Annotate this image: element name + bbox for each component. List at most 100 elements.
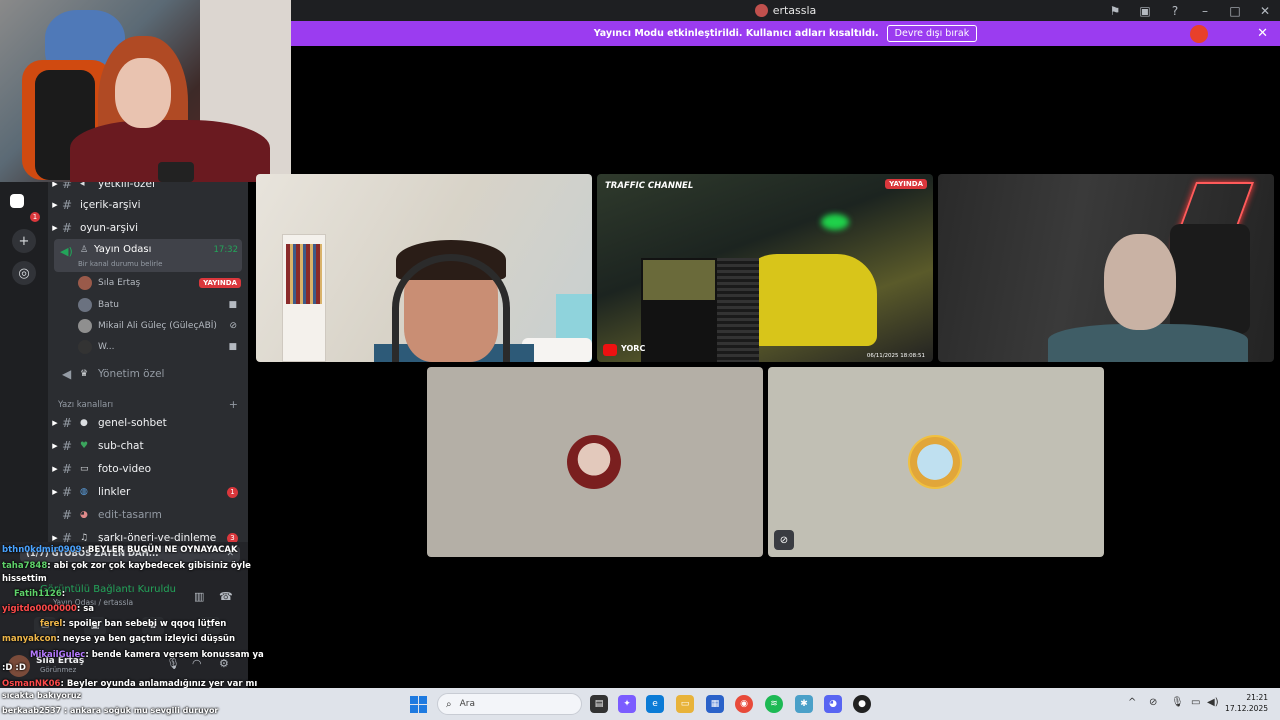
search-icon: ⌕ xyxy=(446,698,452,710)
chat-text: : sa xyxy=(76,604,94,614)
chat-message: bthn0kdmir0909: BEYLER BUGÜN NE OYNAYACA… xyxy=(2,545,238,555)
mic-muted-icon: ⊘ xyxy=(229,321,237,331)
streamer-webcam xyxy=(0,0,291,182)
noise-suppression-icon[interactable]: ▥ xyxy=(194,590,204,603)
file-explorer-icon[interactable]: ▭ xyxy=(676,695,694,713)
display-icon[interactable]: ▭ xyxy=(1191,697,1200,708)
store-icon[interactable]: ▦ xyxy=(706,695,724,713)
webcam-phone xyxy=(158,162,194,182)
task-view-icon[interactable]: ▤ xyxy=(590,695,608,713)
chat-text: hissettim xyxy=(2,574,47,584)
maximize-button[interactable]: □ xyxy=(1220,0,1250,21)
chat-user: bthn0kdmir0909 xyxy=(2,545,82,555)
volume-icon[interactable]: ◀) xyxy=(1207,697,1219,708)
voice-channel-yonetim-ozel[interactable]: ◀ ♛ Yönetim özel xyxy=(48,364,248,384)
close-icon[interactable]: ✕ xyxy=(1257,26,1268,41)
taskbar-search[interactable]: ⌕ Ara xyxy=(437,693,582,715)
chevron-up-icon[interactable]: ^ xyxy=(1128,697,1136,708)
chat-text: : neyse ya ben gaçtım izleyici düşsün xyxy=(56,634,236,644)
taskbar-clock[interactable]: 21:21 17.12.2025 xyxy=(1225,692,1268,714)
server-icon xyxy=(754,4,768,17)
chat-text: : BEYLER BUGÜN NE OYNAYACAK xyxy=(81,545,238,555)
network-app-icon[interactable]: ✱ xyxy=(795,695,813,713)
channel-label: Yönetim özel xyxy=(98,368,165,380)
chat-user: taha7848 xyxy=(2,561,48,571)
discover-icon[interactable]: ◎ xyxy=(12,261,36,285)
close-window-button[interactable]: ✕ xyxy=(1250,0,1280,21)
edge-icon[interactable]: e xyxy=(646,695,664,713)
avatar xyxy=(908,435,962,489)
hash-icon: # xyxy=(62,182,73,191)
text-channels-header[interactable]: Yazı kanalları xyxy=(58,400,113,410)
chrome-icon[interactable]: ◉ xyxy=(735,695,753,713)
stage-icon: ♙ xyxy=(80,245,89,255)
notification-badge: 1 xyxy=(30,212,40,222)
obs-icon[interactable]: ● xyxy=(853,695,871,713)
video-tile-batu[interactable] xyxy=(256,174,592,362)
server-list: 1 + ◎ xyxy=(0,182,48,542)
chat-message: ferel: spoiler ban sebebi w qqoq lütfen xyxy=(40,619,226,629)
channel-sarki-oneri[interactable]: ▶ # ♫ şarkı-öneri-ve-dinleme 3 xyxy=(48,528,248,542)
channel-icerik-arsivi[interactable]: ▶ # içerik-arşivi xyxy=(48,195,248,215)
chat-user: yigitdo0000000 xyxy=(2,604,77,614)
speech-bubble-icon: ● xyxy=(80,418,88,428)
inset-video xyxy=(643,260,715,300)
disable-streamer-mode-button[interactable]: Devre dışı bırak xyxy=(886,25,978,42)
discord-icon[interactable]: ◕ xyxy=(824,695,842,713)
hash-icon: # xyxy=(62,198,73,212)
chevron-right-icon: ▶ xyxy=(52,419,58,427)
help-icon[interactable]: ? xyxy=(1160,0,1190,21)
voice-channel-status[interactable]: Bir kanal durumu belirle xyxy=(78,260,162,268)
video-tile-mikail[interactable] xyxy=(938,174,1274,362)
inbox-icon[interactable]: ⚑ xyxy=(1100,0,1130,21)
vpn-icon[interactable]: ⊘ xyxy=(1149,697,1157,708)
channel-linkler[interactable]: ▶ # ◍ linkler 1 xyxy=(48,482,248,502)
clock-date: 17.12.2025 xyxy=(1225,704,1268,713)
minimize-button[interactable]: – xyxy=(1190,0,1220,21)
voice-member[interactable]: Sıla Ertaş YAYINDA xyxy=(78,274,243,292)
add-channel-icon[interactable]: + xyxy=(229,398,238,411)
disconnect-icon[interactable]: ☎ xyxy=(219,590,233,603)
chevron-right-icon: ▶ xyxy=(52,534,58,542)
heart-icon: ♥ xyxy=(80,441,89,451)
copilot-icon[interactable]: ✦ xyxy=(618,695,636,713)
channel-sub-chat[interactable]: ▶ # ♥ sub-chat xyxy=(48,436,248,456)
chat-message: taha7848: abi çok zor çok kaybedecek gib… xyxy=(2,561,251,571)
chat-message: yigitdo0000000: sa xyxy=(2,604,94,614)
clock-time: 21:21 xyxy=(1246,693,1268,702)
member-name: W... xyxy=(98,342,115,352)
channel-yetkili-ozel[interactable]: ▶ # ◂ yetkili-özel xyxy=(48,182,248,194)
member-name: Batu xyxy=(98,300,119,310)
chat-text: :D :D xyxy=(2,663,26,673)
add-server-icon[interactable]: + xyxy=(12,229,36,253)
channel-edit-tasarim[interactable]: # ◕ edit-tasarım xyxy=(48,505,248,525)
channel-oyun-arsivi[interactable]: ▶ # oyun-arşivi xyxy=(48,218,248,238)
voice-tile-user[interactable] xyxy=(427,367,763,557)
live-badge: YAYINDA xyxy=(199,278,241,288)
window-titlebar: ertassla ⚑ ▣ ? – □ ✕ xyxy=(291,0,1280,21)
voice-tile-user-muted[interactable]: ⊘ xyxy=(768,367,1104,557)
spotify-icon[interactable]: ≋ xyxy=(765,695,783,713)
pen-cursor-icon xyxy=(1190,25,1208,43)
chat-user: ferel xyxy=(40,619,63,629)
user-state: Görünmez xyxy=(40,666,77,674)
books xyxy=(286,244,322,304)
voice-member[interactable]: Mikail Ali Güleç (GüleçABİ) ⊘ xyxy=(78,317,243,335)
chat-user: Fatih1126 xyxy=(14,589,62,599)
video-tile-stream[interactable]: TRAFFIC CHANNEL YAYINDA YORC 06/11/2025 … xyxy=(597,174,933,362)
channel-sidebar: ▶ # ◂ yetkili-özel ▶ # içerik-arşivi ▶ #… xyxy=(48,182,248,542)
microphone-icon[interactable]: 🎙 xyxy=(1171,697,1184,708)
chevron-right-icon: ▶ xyxy=(52,201,58,209)
channel-genel-sohbet[interactable]: ▶ # ● genel-sohbet xyxy=(48,413,248,433)
voice-member[interactable]: Batu ■ xyxy=(78,296,243,314)
channel-label: içerik-arşivi xyxy=(80,199,141,211)
server-icon-small[interactable] xyxy=(10,194,24,208)
screen-share-icon[interactable]: ▣ xyxy=(1130,0,1160,21)
channel-foto-video[interactable]: ▶ # ▭ foto-video xyxy=(48,459,248,479)
windows-start-icon[interactable] xyxy=(410,696,427,713)
voice-member[interactable]: W... ■ xyxy=(78,338,243,356)
hash-icon: # xyxy=(62,485,73,499)
body xyxy=(1048,324,1248,362)
chat-user: MikailGulec xyxy=(30,650,86,660)
hash-icon: # xyxy=(62,221,73,235)
